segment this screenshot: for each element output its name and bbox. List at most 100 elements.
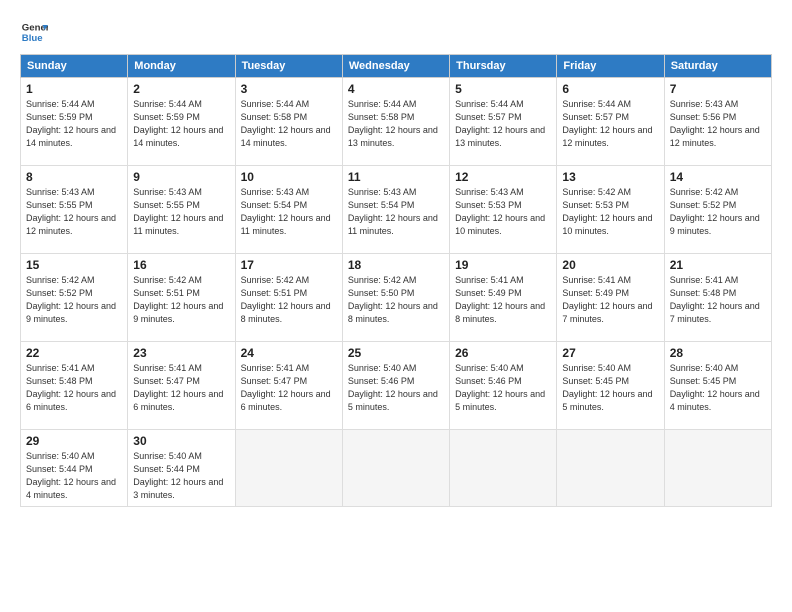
- cell-info: Sunrise: 5:42 AMSunset: 5:52 PMDaylight:…: [26, 274, 122, 326]
- day-number: 9: [133, 170, 229, 184]
- day-number: 26: [455, 346, 551, 360]
- cell-info: Sunrise: 5:42 AMSunset: 5:50 PMDaylight:…: [348, 274, 444, 326]
- day-number: 27: [562, 346, 658, 360]
- day-number: 11: [348, 170, 444, 184]
- week-row: 22 Sunrise: 5:41 AMSunset: 5:48 PMDayligh…: [21, 342, 772, 430]
- cell-info: Sunrise: 5:41 AMSunset: 5:47 PMDaylight:…: [241, 362, 337, 414]
- calendar-cell: 26 Sunrise: 5:40 AMSunset: 5:46 PMDayligh…: [450, 342, 557, 430]
- day-number: 19: [455, 258, 551, 272]
- cell-info: Sunrise: 5:44 AMSunset: 5:59 PMDaylight:…: [26, 98, 122, 150]
- calendar-cell: 2 Sunrise: 5:44 AMSunset: 5:59 PMDaylight…: [128, 78, 235, 166]
- cell-info: Sunrise: 5:41 AMSunset: 5:49 PMDaylight:…: [455, 274, 551, 326]
- calendar-cell: 16 Sunrise: 5:42 AMSunset: 5:51 PMDayligh…: [128, 254, 235, 342]
- calendar-cell: 14Sunrise: 5:42 AMSunset: 5:52 PMDayligh…: [664, 166, 771, 254]
- cell-info: Sunrise: 5:44 AMSunset: 5:59 PMDaylight:…: [133, 98, 229, 150]
- day-number: 21: [670, 258, 766, 272]
- day-number: 10: [241, 170, 337, 184]
- cell-info: Sunrise: 5:43 AMSunset: 5:55 PMDaylight:…: [26, 186, 122, 238]
- day-number: 1: [26, 82, 122, 96]
- day-number: 17: [241, 258, 337, 272]
- cell-info: Sunrise: 5:44 AMSunset: 5:58 PMDaylight:…: [348, 98, 444, 150]
- cell-info: Sunrise: 5:40 AMSunset: 5:45 PMDaylight:…: [562, 362, 658, 414]
- calendar-cell: 29 Sunrise: 5:40 AMSunset: 5:44 PMDayligh…: [21, 430, 128, 507]
- day-number: 5: [455, 82, 551, 96]
- day-number: 30: [133, 434, 229, 448]
- calendar-cell: [450, 430, 557, 507]
- day-number: 3: [241, 82, 337, 96]
- calendar-cell: 12Sunrise: 5:43 AMSunset: 5:53 PMDayligh…: [450, 166, 557, 254]
- col-header-wednesday: Wednesday: [342, 55, 449, 78]
- cell-info: Sunrise: 5:40 AMSunset: 5:44 PMDaylight:…: [26, 450, 122, 502]
- day-number: 16: [133, 258, 229, 272]
- cell-info: Sunrise: 5:42 AMSunset: 5:51 PMDaylight:…: [133, 274, 229, 326]
- calendar-cell: 21 Sunrise: 5:41 AMSunset: 5:48 PMDayligh…: [664, 254, 771, 342]
- day-number: 7: [670, 82, 766, 96]
- day-number: 6: [562, 82, 658, 96]
- day-number: 14: [670, 170, 766, 184]
- week-row: 1 Sunrise: 5:44 AMSunset: 5:59 PMDaylight…: [21, 78, 772, 166]
- calendar-cell: 9 Sunrise: 5:43 AMSunset: 5:55 PMDaylight…: [128, 166, 235, 254]
- cell-info: Sunrise: 5:40 AMSunset: 5:44 PMDaylight:…: [133, 450, 229, 502]
- day-number: 12: [455, 170, 551, 184]
- cell-info: Sunrise: 5:41 AMSunset: 5:49 PMDaylight:…: [562, 274, 658, 326]
- calendar-cell: 20 Sunrise: 5:41 AMSunset: 5:49 PMDayligh…: [557, 254, 664, 342]
- calendar-cell: [342, 430, 449, 507]
- col-header-thursday: Thursday: [450, 55, 557, 78]
- day-number: 20: [562, 258, 658, 272]
- cell-info: Sunrise: 5:44 AMSunset: 5:57 PMDaylight:…: [455, 98, 551, 150]
- calendar-cell: 8 Sunrise: 5:43 AMSunset: 5:55 PMDaylight…: [21, 166, 128, 254]
- cell-info: Sunrise: 5:41 AMSunset: 5:48 PMDaylight:…: [670, 274, 766, 326]
- logo: General Blue: [20, 18, 48, 46]
- page: General Blue SundayMondayTuesdayWednesda…: [0, 0, 792, 612]
- day-number: 8: [26, 170, 122, 184]
- calendar-cell: [235, 430, 342, 507]
- calendar-cell: 13 Sunrise: 5:42 AMSunset: 5:53 PMDayligh…: [557, 166, 664, 254]
- cell-info: Sunrise: 5:41 AMSunset: 5:48 PMDaylight:…: [26, 362, 122, 414]
- cell-info: Sunrise: 5:43 AMSunset: 5:54 PMDaylight:…: [348, 186, 444, 238]
- week-row: 29 Sunrise: 5:40 AMSunset: 5:44 PMDayligh…: [21, 430, 772, 507]
- day-number: 13: [562, 170, 658, 184]
- calendar-cell: 22 Sunrise: 5:41 AMSunset: 5:48 PMDayligh…: [21, 342, 128, 430]
- cell-info: Sunrise: 5:41 AMSunset: 5:47 PMDaylight:…: [133, 362, 229, 414]
- day-number: 15: [26, 258, 122, 272]
- calendar-cell: 23Sunrise: 5:41 AMSunset: 5:47 PMDayligh…: [128, 342, 235, 430]
- cell-info: Sunrise: 5:44 AMSunset: 5:58 PMDaylight:…: [241, 98, 337, 150]
- cell-info: Sunrise: 5:40 AMSunset: 5:45 PMDaylight:…: [670, 362, 766, 414]
- calendar-cell: 15 Sunrise: 5:42 AMSunset: 5:52 PMDayligh…: [21, 254, 128, 342]
- header-row: SundayMondayTuesdayWednesdayThursdayFrid…: [21, 55, 772, 78]
- calendar-cell: 18 Sunrise: 5:42 AMSunset: 5:50 PMDayligh…: [342, 254, 449, 342]
- week-row: 8 Sunrise: 5:43 AMSunset: 5:55 PMDaylight…: [21, 166, 772, 254]
- cell-info: Sunrise: 5:42 AMSunset: 5:53 PMDaylight:…: [562, 186, 658, 238]
- calendar-cell: 3 Sunrise: 5:44 AMSunset: 5:58 PMDaylight…: [235, 78, 342, 166]
- cell-info: Sunrise: 5:42 AMSunset: 5:51 PMDaylight:…: [241, 274, 337, 326]
- day-number: 29: [26, 434, 122, 448]
- cell-info: Sunrise: 5:43 AMSunset: 5:55 PMDaylight:…: [133, 186, 229, 238]
- day-number: 24: [241, 346, 337, 360]
- calendar-cell: 6Sunrise: 5:44 AMSunset: 5:57 PMDaylight…: [557, 78, 664, 166]
- calendar-cell: [664, 430, 771, 507]
- calendar-cell: [557, 430, 664, 507]
- calendar: SundayMondayTuesdayWednesdayThursdayFrid…: [20, 54, 772, 507]
- cell-info: Sunrise: 5:43 AMSunset: 5:54 PMDaylight:…: [241, 186, 337, 238]
- calendar-cell: 24 Sunrise: 5:41 AMSunset: 5:47 PMDayligh…: [235, 342, 342, 430]
- calendar-cell: 11 Sunrise: 5:43 AMSunset: 5:54 PMDayligh…: [342, 166, 449, 254]
- calendar-cell: 5 Sunrise: 5:44 AMSunset: 5:57 PMDaylight…: [450, 78, 557, 166]
- cell-info: Sunrise: 5:40 AMSunset: 5:46 PMDaylight:…: [455, 362, 551, 414]
- calendar-cell: 19 Sunrise: 5:41 AMSunset: 5:49 PMDayligh…: [450, 254, 557, 342]
- day-number: 4: [348, 82, 444, 96]
- cell-info: Sunrise: 5:43 AMSunset: 5:56 PMDaylight:…: [670, 98, 766, 150]
- day-number: 28: [670, 346, 766, 360]
- calendar-cell: 27 Sunrise: 5:40 AMSunset: 5:45 PMDayligh…: [557, 342, 664, 430]
- calendar-cell: 10 Sunrise: 5:43 AMSunset: 5:54 PMDayligh…: [235, 166, 342, 254]
- calendar-cell: 30 Sunrise: 5:40 AMSunset: 5:44 PMDayligh…: [128, 430, 235, 507]
- col-header-monday: Monday: [128, 55, 235, 78]
- day-number: 18: [348, 258, 444, 272]
- calendar-cell: 28 Sunrise: 5:40 AMSunset: 5:45 PMDayligh…: [664, 342, 771, 430]
- calendar-cell: 7 Sunrise: 5:43 AMSunset: 5:56 PMDaylight…: [664, 78, 771, 166]
- col-header-friday: Friday: [557, 55, 664, 78]
- day-number: 22: [26, 346, 122, 360]
- week-row: 15 Sunrise: 5:42 AMSunset: 5:52 PMDayligh…: [21, 254, 772, 342]
- day-number: 2: [133, 82, 229, 96]
- day-number: 25: [348, 346, 444, 360]
- calendar-cell: 17 Sunrise: 5:42 AMSunset: 5:51 PMDayligh…: [235, 254, 342, 342]
